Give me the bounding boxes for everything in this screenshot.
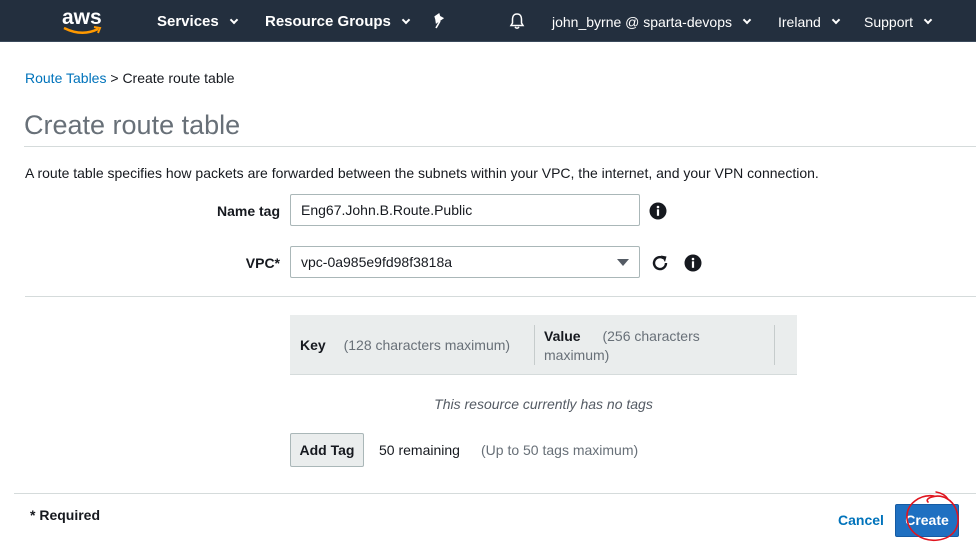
name-tag-input[interactable] xyxy=(290,194,640,226)
support-menu[interactable]: Support xyxy=(864,14,933,30)
top-navigation-bar: aws Services Resource Groups john_byrne … xyxy=(0,0,976,42)
breadcrumb-separator: > xyxy=(110,70,119,86)
services-label: Services xyxy=(157,13,219,30)
tags-limit-hint: (Up to 50 tags maximum) xyxy=(481,442,639,458)
aws-smile-icon xyxy=(63,26,102,34)
resource-groups-label: Resource Groups xyxy=(265,13,391,30)
name-tag-label: Name tag xyxy=(216,203,280,219)
region-label: Ireland xyxy=(778,14,821,30)
add-tag-button[interactable]: Add Tag xyxy=(290,433,364,467)
tags-remaining: 50 remaining xyxy=(379,442,460,458)
tags-table-header: Key (128 characters maximum) Value (256 … xyxy=(290,315,797,375)
cancel-button[interactable]: Cancel xyxy=(838,512,884,528)
page-title: Create route table xyxy=(24,110,241,140)
value-column-label: Value xyxy=(544,328,581,344)
value-column-header: Value (256 characters maximum) xyxy=(544,327,764,365)
column-separator xyxy=(534,325,535,365)
resource-groups-menu[interactable]: Resource Groups xyxy=(265,13,411,30)
section-divider xyxy=(25,296,976,297)
bell-icon[interactable] xyxy=(508,12,526,30)
pin-icon[interactable] xyxy=(431,12,449,30)
vpc-select[interactable]: vpc-0a985e9fd98f3818a xyxy=(290,246,640,278)
services-menu[interactable]: Services xyxy=(157,13,238,30)
required-note: * Required xyxy=(30,507,101,523)
breadcrumb-current: Create route table xyxy=(122,70,235,86)
support-label: Support xyxy=(864,14,914,30)
breadcrumb: Route Tables > Create route table xyxy=(25,70,235,86)
key-column-hint: (128 characters maximum) xyxy=(343,337,511,353)
chevron-down-icon xyxy=(742,15,752,25)
column-separator xyxy=(774,325,775,365)
title-divider xyxy=(24,146,976,147)
value-column-hint-continued: maximum) xyxy=(544,347,610,363)
no-tags-message: This resource currently has no tags xyxy=(434,396,653,412)
refresh-icon[interactable] xyxy=(650,253,670,273)
info-icon[interactable] xyxy=(649,202,667,220)
region-menu[interactable]: Ireland xyxy=(778,14,841,30)
vpc-selected-value: vpc-0a985e9fd98f3818a xyxy=(301,254,453,270)
key-column-header: Key (128 characters maximum) xyxy=(300,337,510,353)
aws-logo[interactable]: aws xyxy=(58,6,108,36)
key-column-label: Key xyxy=(300,337,326,353)
account-menu[interactable]: john_byrne @ sparta-devops xyxy=(552,14,752,30)
page-description: A route table specifies how packets are … xyxy=(25,165,819,181)
info-icon[interactable] xyxy=(684,254,702,272)
breadcrumb-route-tables-link[interactable]: Route Tables xyxy=(25,70,106,86)
vpc-label: VPC* xyxy=(245,255,280,271)
chevron-down-icon xyxy=(229,15,238,24)
create-button[interactable]: Create xyxy=(895,504,959,537)
chevron-down-icon xyxy=(401,15,411,24)
chevron-down-icon xyxy=(923,15,933,25)
dropdown-arrow-icon xyxy=(617,259,629,266)
footer-divider xyxy=(14,493,976,494)
value-column-hint: (256 characters xyxy=(602,328,700,344)
account-label: john_byrne @ sparta-devops xyxy=(552,14,732,30)
chevron-down-icon xyxy=(831,15,841,25)
